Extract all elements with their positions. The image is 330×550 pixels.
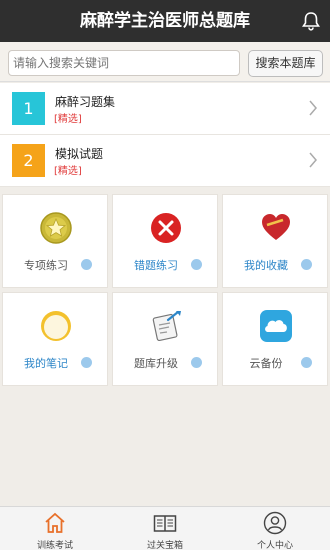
bell-icon[interactable] [300, 10, 322, 32]
heart-icon [262, 214, 290, 240]
grid-item-wrong-questions[interactable]: 错题练习 [112, 194, 218, 288]
info-dot-icon [301, 259, 312, 270]
tab-personal-center[interactable]: 个人中心 [220, 507, 330, 550]
grid-item-label: 错题练习 [134, 259, 178, 272]
info-dot-icon [301, 357, 312, 368]
number-badge: 1 [12, 92, 45, 125]
grid-item-label: 专项练习 [24, 259, 68, 272]
tab-training-exam[interactable]: 训练考试 [0, 507, 110, 550]
grid-item-special-practice[interactable]: 专项练习 [2, 194, 108, 288]
grid-item-cloud-backup[interactable]: 云备份 [222, 292, 328, 386]
grid-item-my-favorites[interactable]: 我的收藏 [222, 194, 328, 288]
cloud-backup-icon [260, 310, 292, 342]
star-medal-icon [40, 212, 72, 244]
search-bar: 搜索本题库 [0, 42, 330, 82]
featured-tag: [精选] [54, 166, 82, 177]
notes-circle-icon [41, 311, 71, 341]
page-title: 麻醉学主治医师总题库 [80, 11, 250, 31]
grid-item-label: 我的收藏 [244, 259, 288, 272]
grid-item-label: 题库升级 [134, 357, 178, 370]
list-item-exercise-set[interactable]: 1 麻醉习题集 [精选] [0, 83, 330, 135]
chevron-right-icon [309, 152, 317, 168]
tab-label: 过关宝箱 [146, 541, 183, 550]
list-item-mock-exam[interactable]: 2 模拟试题 [精选] [0, 135, 330, 187]
info-dot-icon [191, 259, 202, 270]
search-input[interactable] [8, 50, 240, 76]
bottom-tab-bar: 训练考试 过关宝箱 个人中心 [0, 506, 330, 550]
user-icon [263, 511, 287, 535]
tab-label: 训练考试 [36, 541, 73, 550]
grid-item-label: 我的笔记 [24, 357, 68, 370]
grid-item-my-notes[interactable]: 我的笔记 [2, 292, 108, 386]
upgrade-clipboard-icon [152, 310, 181, 342]
featured-tag: [精选] [54, 114, 82, 125]
grid-item-label: 云备份 [249, 357, 283, 370]
list-item-label: 模拟试题 [55, 147, 104, 161]
tab-treasure-box[interactable]: 过关宝箱 [110, 507, 220, 550]
list-item-label: 麻醉习题集 [55, 95, 116, 109]
search-button[interactable]: 搜索本题库 [248, 50, 323, 77]
app-header: 麻醉学主治医师总题库 [0, 0, 330, 42]
info-dot-icon [191, 357, 202, 368]
red-cross-icon [151, 213, 181, 243]
info-dot-icon [81, 259, 92, 270]
book-icon [153, 515, 177, 532]
home-icon [45, 512, 65, 533]
grid-item-bank-upgrade[interactable]: 题库升级 [112, 292, 218, 386]
chevron-right-icon [309, 100, 317, 116]
question-bank-list: 1 麻醉习题集 [精选] 2 模拟试题 [精选] [0, 83, 330, 187]
number-badge: 2 [12, 144, 45, 177]
tab-label: 个人中心 [256, 541, 293, 550]
info-dot-icon [81, 357, 92, 368]
